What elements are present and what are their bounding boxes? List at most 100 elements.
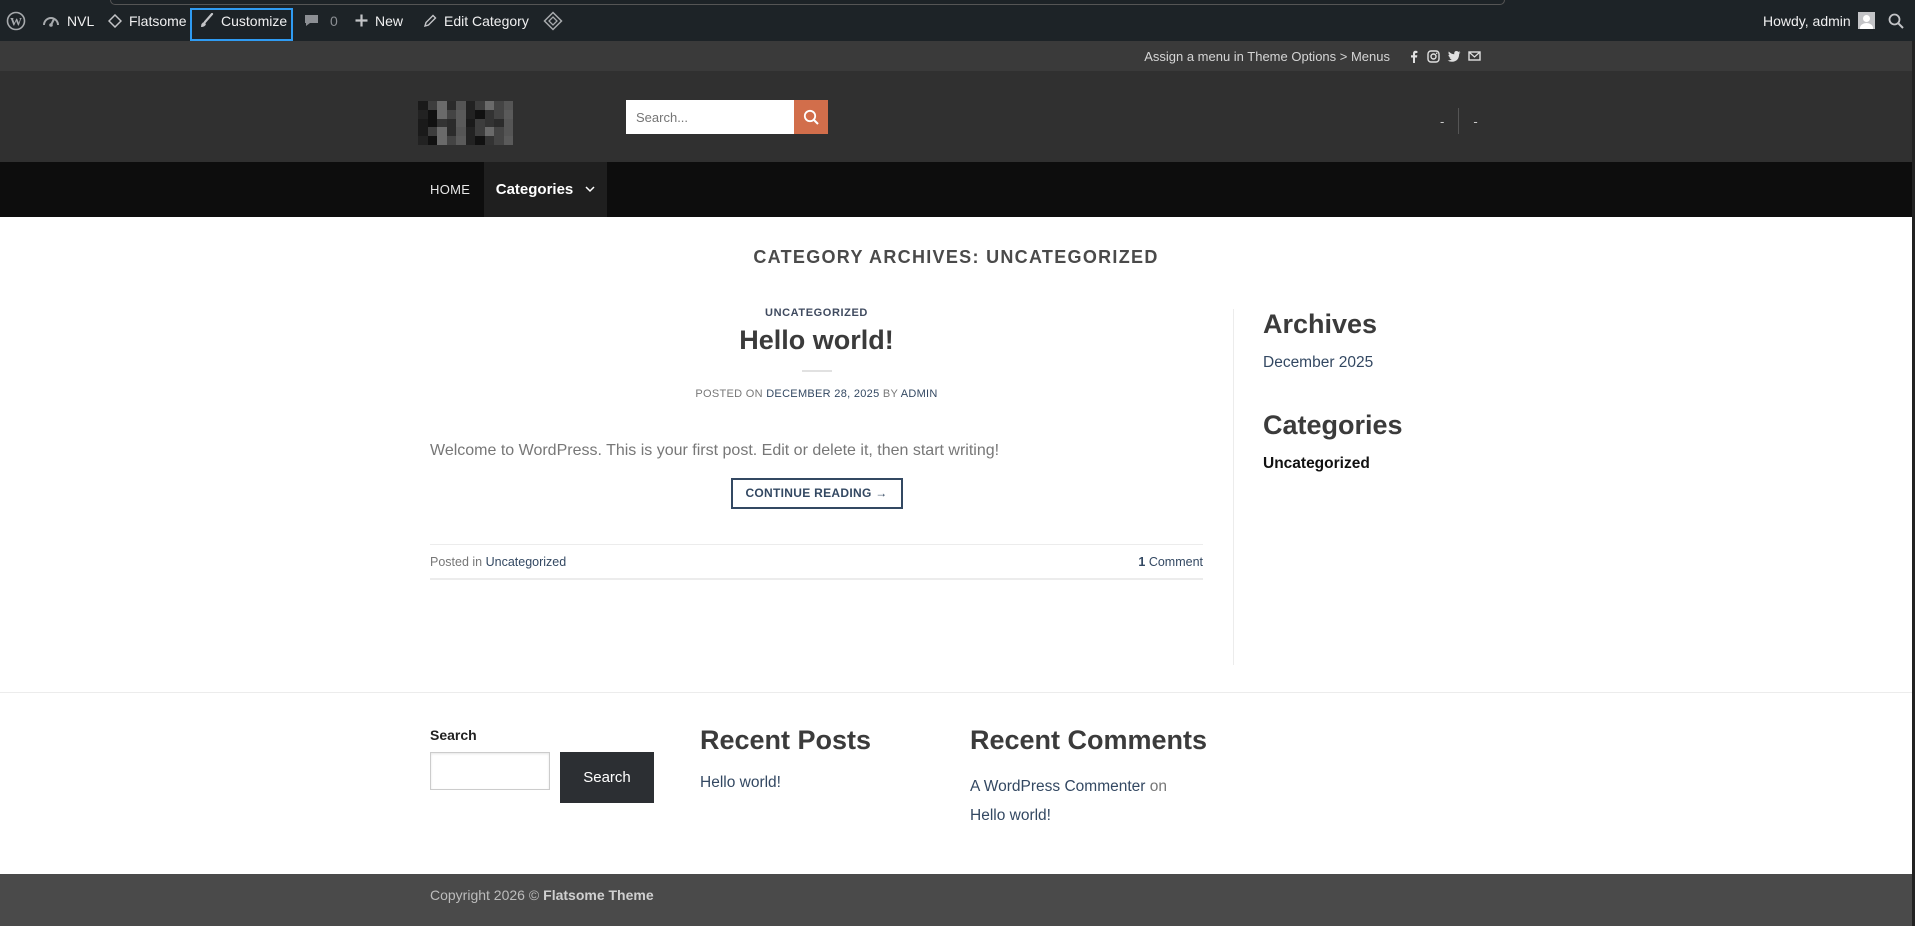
logo-pixel [437,109,447,119]
post-excerpt: Welcome to WordPress. This is your first… [430,442,1000,459]
flatsome-diamond-icon [108,13,122,28]
howdy-text: Howdy, admin [1763,12,1851,29]
site-name-button[interactable]: NVL [42,0,94,41]
top-bar: Assign a menu in Theme Options > Menus [0,41,1912,71]
logo-pixel [475,136,485,145]
logo-pixel [427,136,437,145]
email-icon[interactable] [1468,50,1481,62]
footer-search-input[interactable] [430,752,550,790]
diamond-icon [543,10,563,31]
comment-on-label: on [1149,778,1167,795]
by-label: BY [882,388,898,400]
dashboard-icon [43,16,59,27]
site-logo-pixelated[interactable] [418,101,513,145]
logo-pixel [484,127,494,137]
logo-pixel [418,101,428,110]
logo-pixel [465,101,475,110]
logo-pixel [503,127,513,137]
logo-pixel [446,109,456,119]
logo-pixel [437,136,447,145]
search-icon [1888,13,1904,29]
logo-pixel [465,136,475,145]
new-button[interactable]: New [355,0,403,41]
logo-pixel [418,127,428,137]
footer-search-button[interactable]: Search [560,752,654,803]
header-search-button[interactable] [794,100,828,134]
logo-pixel [484,101,494,110]
logo-pixel [456,127,466,137]
edit-category-button[interactable]: Edit Category [423,0,529,41]
social-icons [1408,41,1481,71]
logo-pixel [437,118,447,128]
logo-pixel [418,109,428,119]
logo-pixel [475,127,485,137]
comments-button[interactable]: 0 [304,0,338,41]
logo-pixel [494,136,504,145]
logo-pixel [446,127,456,137]
posted-in-category-link[interactable]: Uncategorized [486,555,567,569]
comments-link[interactable]: 1 Comment [1138,555,1203,569]
logo-pixel [427,118,437,128]
logo-pixel [494,127,504,137]
logo-pixel [418,118,428,128]
logo-pixel [484,118,494,128]
facebook-icon[interactable] [1408,50,1420,63]
comments-count: 1 [1138,554,1146,569]
site-header: - - [0,71,1912,162]
logo-pixel [456,101,466,110]
footer-search-widget: Search Search [430,727,654,803]
logo-pixel [427,101,437,110]
logo-pixel [446,136,456,145]
instagram-icon[interactable] [1427,49,1440,63]
wordpress-logo-button[interactable]: W [6,0,26,41]
logo-pixel [475,101,485,110]
copyright-theme-link[interactable]: Flatsome Theme [543,887,653,903]
sidebar: Archives December 2025 Categories Uncate… [1263,309,1563,473]
copyright-prefix: Copyright 2026 © [430,887,540,903]
header-link-2[interactable]: - [1473,114,1477,129]
copyright-text: Copyright 2026 © Flatsome Theme [430,874,654,916]
header-right-links: - - [1440,108,1478,134]
recent-post-link[interactable]: Hello world! [700,768,871,797]
posted-in-label: Posted in [430,554,483,569]
admin-search-button[interactable] [1888,0,1904,41]
search-icon [803,109,819,125]
comment-author-link[interactable]: A WordPress Commenter [970,778,1145,795]
logo-pixel [456,118,466,128]
header-search-input[interactable] [626,100,794,134]
chevron-down-icon [585,186,595,193]
nav-item-home[interactable]: HOME [430,162,470,217]
post-category-link[interactable]: UNCATEGORIZED [430,307,1203,319]
logo-pixel [427,127,437,137]
nav-item-categories[interactable]: Categories [484,162,607,217]
header-search [626,100,828,134]
twitter-icon[interactable] [1447,50,1461,63]
plus-icon [355,14,368,27]
comments-label: Comment [1148,554,1203,569]
logo-pixel [446,118,456,128]
logo-pixel [494,118,504,128]
logo-pixel [427,109,437,119]
footer-search-label: Search [430,727,477,743]
divider [1458,108,1460,134]
flatsome-button[interactable]: Flatsome [108,0,187,41]
admin-bar: W NVL Flatsome Customize 0 New Edit Cate… [0,0,1915,41]
archive-link-december-2025[interactable]: December 2025 [1263,354,1563,372]
plugin-menu-button[interactable] [543,0,563,41]
continue-reading-button[interactable]: CONTINUE READING → [730,478,903,509]
header-link-1[interactable]: - [1440,114,1444,129]
copyright-bar: Copyright 2026 © Flatsome Theme [0,874,1912,926]
post-author-link[interactable]: ADMIN [901,388,938,400]
logo-pixel [456,136,466,145]
footer-widgets: Search Search Recent Posts Hello world! … [0,692,1912,874]
category-link-uncategorized[interactable]: Uncategorized [1263,455,1563,473]
post-date-link[interactable]: DECEMBER 28, 2025 [766,388,879,400]
recent-comments-heading: Recent Comments [970,725,1208,755]
logo-pixel [465,109,475,119]
comment-post-link[interactable]: Hello world! [970,807,1051,824]
post-title-link[interactable]: Hello world! [430,325,1203,356]
avatar [1857,12,1875,29]
highlight-box [190,8,293,41]
post-entry: UNCATEGORIZED Hello world! POSTED ON DEC… [430,307,1203,580]
my-account-button[interactable]: Howdy, admin [1763,0,1875,41]
